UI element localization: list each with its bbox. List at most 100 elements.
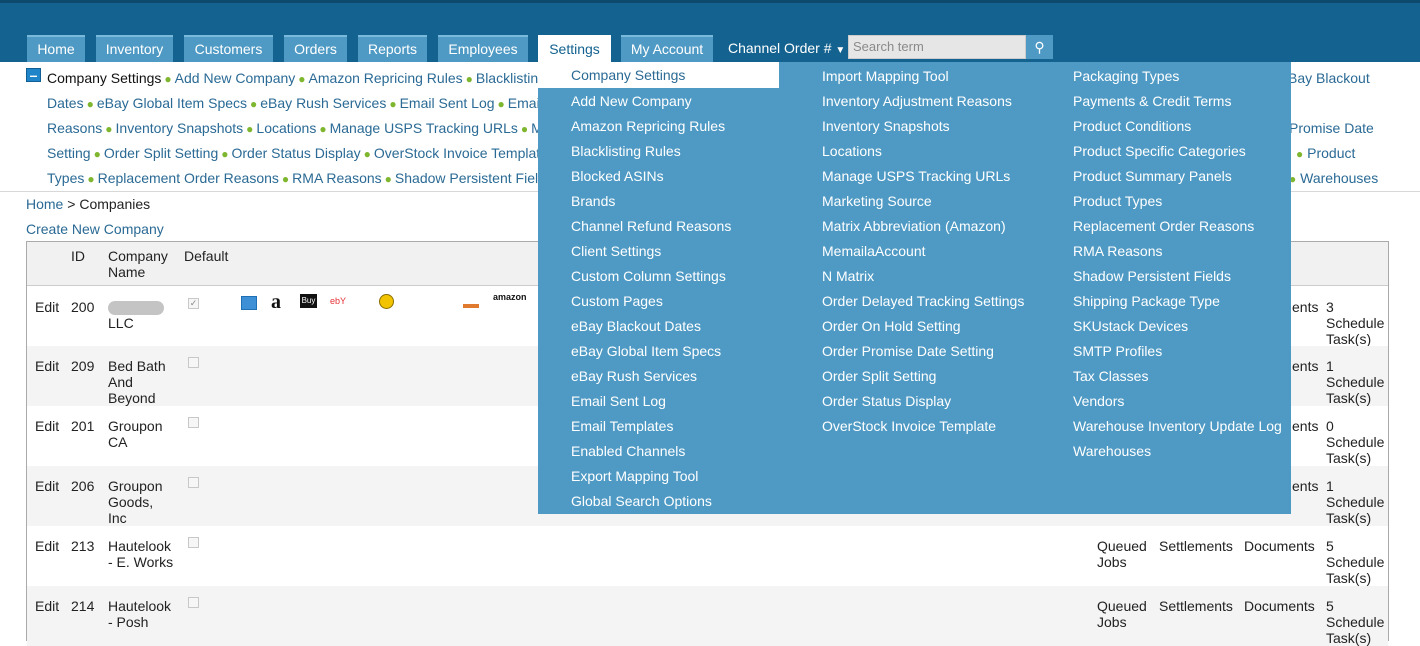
submenu-item[interactable]: Locations xyxy=(256,120,316,136)
menu-item[interactable]: Client Settings xyxy=(571,243,661,259)
schedule-tasks-link[interactable]: 3 Schedule Task(s) xyxy=(1326,299,1386,347)
menu-item[interactable]: Vendors xyxy=(1073,393,1124,409)
menu-item[interactable]: Product Types xyxy=(1073,193,1162,209)
menu-item[interactable]: Export Mapping Tool xyxy=(571,468,698,484)
search-button[interactable]: ⚲ xyxy=(1026,35,1053,59)
header-company-name[interactable]: Company Name xyxy=(108,248,178,280)
edit-link[interactable]: Edit xyxy=(35,478,59,494)
documents-link[interactable]: Documents xyxy=(1244,598,1315,614)
menu-item[interactable]: Locations xyxy=(822,143,882,159)
menu-item[interactable]: Replacement Order Reasons xyxy=(1073,218,1254,234)
menu-item[interactable]: Shadow Persistent Fields xyxy=(1073,268,1231,284)
menu-item[interactable]: Product Summary Panels xyxy=(1073,168,1232,184)
default-checkbox[interactable]: ✓ xyxy=(188,298,199,309)
tab-settings[interactable]: Settings xyxy=(538,35,611,62)
edit-link[interactable]: Edit xyxy=(35,538,59,554)
submenu-item[interactable]: RMA Reasons xyxy=(292,170,381,186)
documents-link[interactable]: ents xyxy=(1292,358,1318,374)
menu-item[interactable]: Order Split Setting xyxy=(822,368,936,384)
documents-link[interactable]: ents xyxy=(1292,418,1318,434)
menu-item[interactable]: Custom Pages xyxy=(571,293,663,309)
menu-item[interactable]: Custom Column Settings xyxy=(571,268,726,284)
header-default[interactable]: Default xyxy=(184,248,228,264)
channel-order-select[interactable]: Channel Order # ▼ xyxy=(724,35,848,62)
edit-link[interactable]: Edit xyxy=(35,418,59,434)
menu-item[interactable]: Channel Refund Reasons xyxy=(571,218,731,234)
tab-home[interactable]: Home xyxy=(27,35,85,62)
menu-item[interactable]: OverStock Invoice Template xyxy=(822,418,996,434)
schedule-tasks-link[interactable]: 5 Schedule Task(s) xyxy=(1326,538,1386,586)
submenu-item[interactable]: Reasons xyxy=(47,120,102,136)
schedule-tasks-link[interactable]: 5 Schedule Task(s) xyxy=(1326,598,1386,646)
menu-item[interactable]: Import Mapping Tool xyxy=(822,68,949,84)
menu-item[interactable]: SMTP Profiles xyxy=(1073,343,1162,359)
submenu-item[interactable]: Promise Date xyxy=(1289,120,1374,136)
queued-jobs-link[interactable]: Queued Jobs xyxy=(1097,598,1149,630)
tab-reports[interactable]: Reports xyxy=(358,35,427,62)
submenu-item-warehouses[interactable]: ● Warehouses xyxy=(1289,170,1378,186)
menu-item[interactable]: Amazon Repricing Rules xyxy=(571,118,725,134)
settlements-link[interactable]: Settlements xyxy=(1159,598,1233,614)
documents-link[interactable]: Documents xyxy=(1244,538,1315,554)
submenu-item[interactable]: Order Status Display xyxy=(231,145,360,161)
default-checkbox[interactable] xyxy=(188,357,199,368)
menu-item[interactable]: Warehouse Inventory Update Log xyxy=(1073,418,1282,434)
default-checkbox[interactable] xyxy=(188,477,199,488)
default-checkbox[interactable] xyxy=(188,417,199,428)
submenu-item[interactable]: eBay Global Item Specs xyxy=(97,95,247,111)
create-new-company-link[interactable]: Create New Company xyxy=(26,221,164,237)
menu-item[interactable]: Order On Hold Setting xyxy=(822,318,961,334)
submenu-item[interactable]: eBay Rush Services xyxy=(260,95,386,111)
submenu-item[interactable]: Types xyxy=(47,170,84,186)
documents-link[interactable]: ents xyxy=(1292,478,1318,494)
menu-item[interactable]: Email Sent Log xyxy=(571,393,666,409)
tab-my-account[interactable]: My Account xyxy=(621,35,713,62)
queued-jobs-link[interactable]: Queued Jobs xyxy=(1097,538,1149,570)
menu-item[interactable]: N Matrix xyxy=(822,268,874,284)
menu-item[interactable]: Email Templates xyxy=(571,418,673,434)
submenu-item[interactable]: Inventory Snapshots xyxy=(116,120,244,136)
menu-item[interactable]: Global Search Options xyxy=(571,493,712,509)
submenu-item[interactable]: Email Sent Log xyxy=(400,95,495,111)
menu-item[interactable]: Brands xyxy=(571,193,615,209)
edit-link[interactable]: Edit xyxy=(35,299,59,315)
menu-item[interactable]: SKUstack Devices xyxy=(1073,318,1188,334)
menu-item-company-settings[interactable]: Company Settings xyxy=(538,62,779,88)
menu-item[interactable]: Blacklisting Rules xyxy=(571,143,681,159)
breadcrumb-home[interactable]: Home xyxy=(26,196,63,212)
submenu-item[interactable]: Manage USPS Tracking URLs xyxy=(330,120,518,136)
tab-customers[interactable]: Customers xyxy=(184,35,273,62)
menu-item[interactable]: Manage USPS Tracking URLs xyxy=(822,168,1010,184)
menu-item[interactable]: Inventory Adjustment Reasons xyxy=(822,93,1012,109)
schedule-tasks-link[interactable]: 1 Schedule Task(s) xyxy=(1326,358,1386,406)
schedule-tasks-link[interactable]: 0 Schedule Task(s) xyxy=(1326,418,1386,466)
submenu-item[interactable]: Shadow Persistent Fields xyxy=(395,170,553,186)
tab-employees[interactable]: Employees xyxy=(438,35,528,62)
header-id[interactable]: ID xyxy=(71,248,85,264)
tab-inventory[interactable]: Inventory xyxy=(96,35,173,62)
menu-item[interactable]: Order Delayed Tracking Settings xyxy=(822,293,1024,309)
menu-item[interactable]: MemailaAccount xyxy=(822,243,926,259)
menu-item[interactable]: Inventory Snapshots xyxy=(822,118,950,134)
menu-item[interactable]: Payments & Credit Terms xyxy=(1073,93,1231,109)
menu-item[interactable]: Shipping Package Type xyxy=(1073,293,1220,309)
menu-item[interactable]: Blocked ASINs xyxy=(571,168,664,184)
menu-item[interactable]: Order Promise Date Setting xyxy=(822,343,994,359)
submenu-item[interactable]: Setting xyxy=(47,145,91,161)
menu-item[interactable]: Tax Classes xyxy=(1073,368,1148,384)
collapse-icon[interactable]: – xyxy=(26,68,41,82)
menu-item[interactable]: Warehouses xyxy=(1073,443,1151,459)
submenu-item-product[interactable]: ● Product xyxy=(1296,145,1355,161)
menu-item[interactable]: Product Specific Categories xyxy=(1073,143,1246,159)
submenu-item[interactable]: OverStock Invoice Template xyxy=(374,145,548,161)
edit-link[interactable]: Edit xyxy=(35,358,59,374)
tab-orders[interactable]: Orders xyxy=(284,35,347,62)
menu-item[interactable]: eBay Rush Services xyxy=(571,368,697,384)
submenu-item[interactable]: Add New Company xyxy=(175,70,296,86)
submenu-item[interactable]: Company Settings xyxy=(47,70,161,86)
settlements-link[interactable]: Settlements xyxy=(1159,538,1233,554)
menu-item[interactable]: Add New Company xyxy=(571,93,692,109)
menu-item[interactable]: Matrix Abbreviation (Amazon) xyxy=(822,218,1006,234)
menu-item[interactable]: RMA Reasons xyxy=(1073,243,1162,259)
submenu-item[interactable]: Bay Blackout xyxy=(1288,70,1370,86)
